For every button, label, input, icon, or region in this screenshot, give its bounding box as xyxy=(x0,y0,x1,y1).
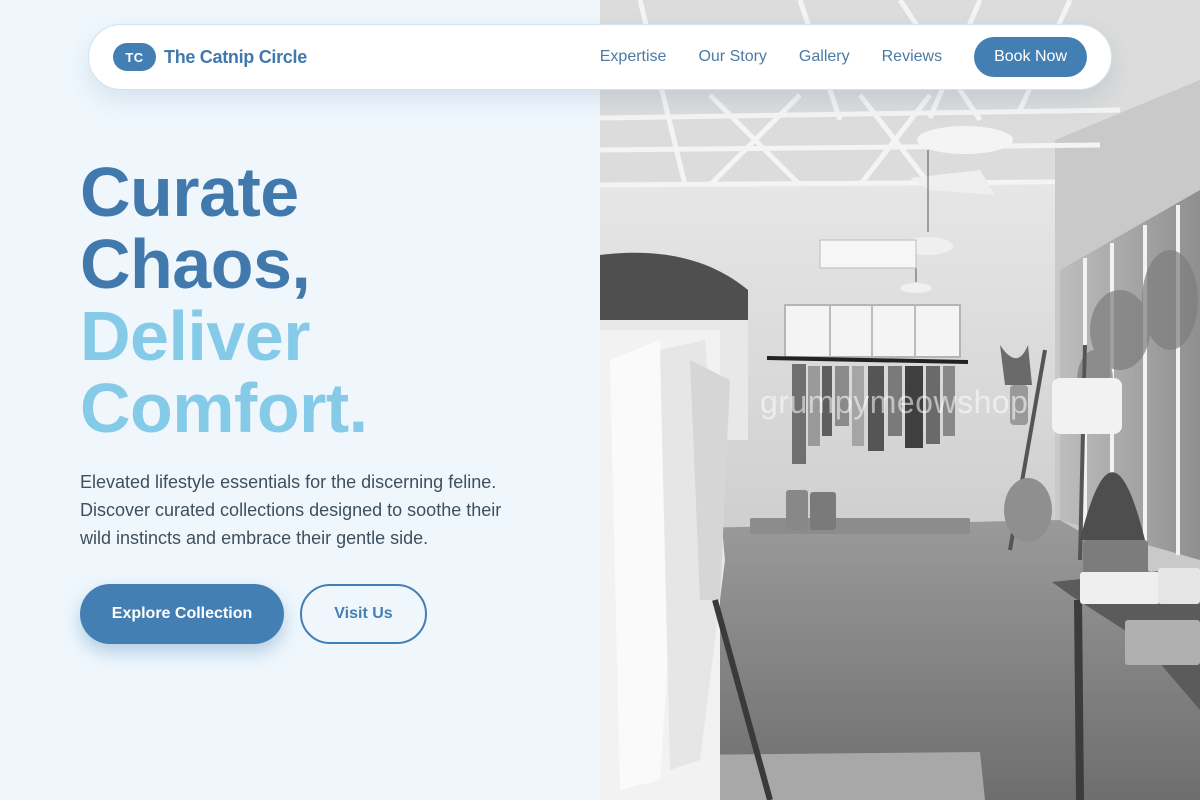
book-now-button[interactable]: Book Now xyxy=(974,37,1087,77)
hero-title-line-3: Deliver xyxy=(80,297,310,375)
logo-badge[interactable]: TC xyxy=(113,43,156,71)
brand-name[interactable]: The Catnip Circle xyxy=(164,47,307,68)
photo-watermark: grumpymeowshop xyxy=(760,384,1029,420)
nav-link-gallery[interactable]: Gallery xyxy=(799,48,850,66)
nav-link-reviews[interactable]: Reviews xyxy=(882,48,942,66)
explore-collection-button[interactable]: Explore Collection xyxy=(80,584,284,644)
nav-link-expertise[interactable]: Expertise xyxy=(600,48,667,66)
nav-links: Expertise Our Story Gallery Reviews xyxy=(600,48,942,66)
hero-title-line-1: Curate xyxy=(80,153,299,231)
hero-title-line-2: Chaos, xyxy=(80,225,311,303)
hero-description: Elevated lifestyle essentials for the di… xyxy=(80,472,502,548)
nav-link-our-story[interactable]: Our Story xyxy=(698,48,766,66)
hero-title-line-4: Comfort. xyxy=(80,369,368,447)
hero-title: Curate Chaos, Deliver Comfort. xyxy=(80,156,368,444)
top-navbar: TC The Catnip Circle Expertise Our Story… xyxy=(88,24,1112,90)
hero-photo: grumpymeowshop xyxy=(600,0,1200,800)
visit-us-button[interactable]: Visit Us xyxy=(300,584,427,644)
